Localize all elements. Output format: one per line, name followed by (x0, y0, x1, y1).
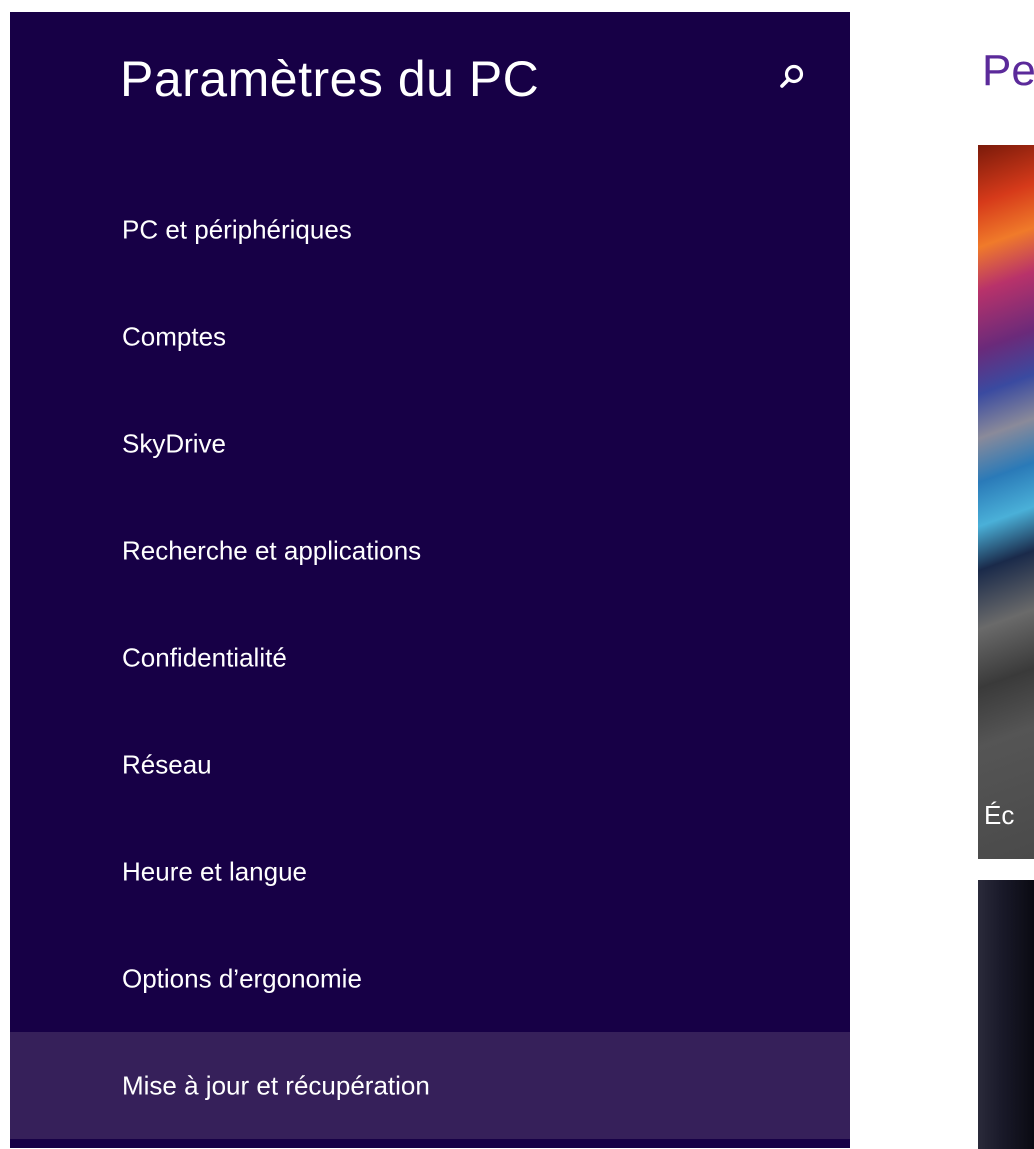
nav-item-label: Recherche et applications (122, 535, 422, 565)
settings-nav: PC et périphériques Comptes SkyDrive Rec… (10, 176, 850, 1139)
nav-item-label: Confidentialité (122, 642, 287, 672)
nav-item-confidentialite[interactable]: Confidentialité (10, 604, 850, 711)
lock-screen-preview-tile[interactable]: Éc (978, 145, 1034, 859)
settings-sidebar: Paramètres du PC PC et périphériques Com… (10, 12, 850, 1148)
nav-item-recherche-applications[interactable]: Recherche et applications (10, 497, 850, 604)
account-picture-preview-tile[interactable] (978, 880, 1034, 1149)
nav-item-label: SkyDrive (122, 428, 227, 458)
nav-item-comptes[interactable]: Comptes (10, 283, 850, 390)
nav-item-skydrive[interactable]: SkyDrive (10, 390, 850, 497)
nav-item-mise-a-jour-recuperation[interactable]: Mise à jour et récupération (10, 1032, 850, 1139)
nav-item-reseau[interactable]: Réseau (10, 711, 850, 818)
nav-item-pc-peripheriques[interactable]: PC et périphériques (10, 176, 850, 283)
nav-item-label: Heure et langue (122, 856, 308, 886)
search-button[interactable] (772, 58, 812, 98)
nav-item-label: Réseau (122, 749, 212, 779)
nav-item-label: Comptes (122, 321, 227, 351)
nav-item-heure-langue[interactable]: Heure et langue (10, 818, 850, 925)
content-page-title: Pe (982, 46, 1034, 95)
search-icon (780, 64, 804, 88)
nav-item-label: Options d’ergonomie (122, 963, 362, 993)
nav-item-label: Mise à jour et récupération (122, 1070, 430, 1100)
nav-item-options-ergonomie[interactable]: Options d’ergonomie (10, 925, 850, 1032)
nav-item-label: PC et périphériques (122, 214, 352, 244)
sidebar-title: Paramètres du PC (120, 51, 540, 107)
tile-caption: Éc (984, 800, 1015, 830)
